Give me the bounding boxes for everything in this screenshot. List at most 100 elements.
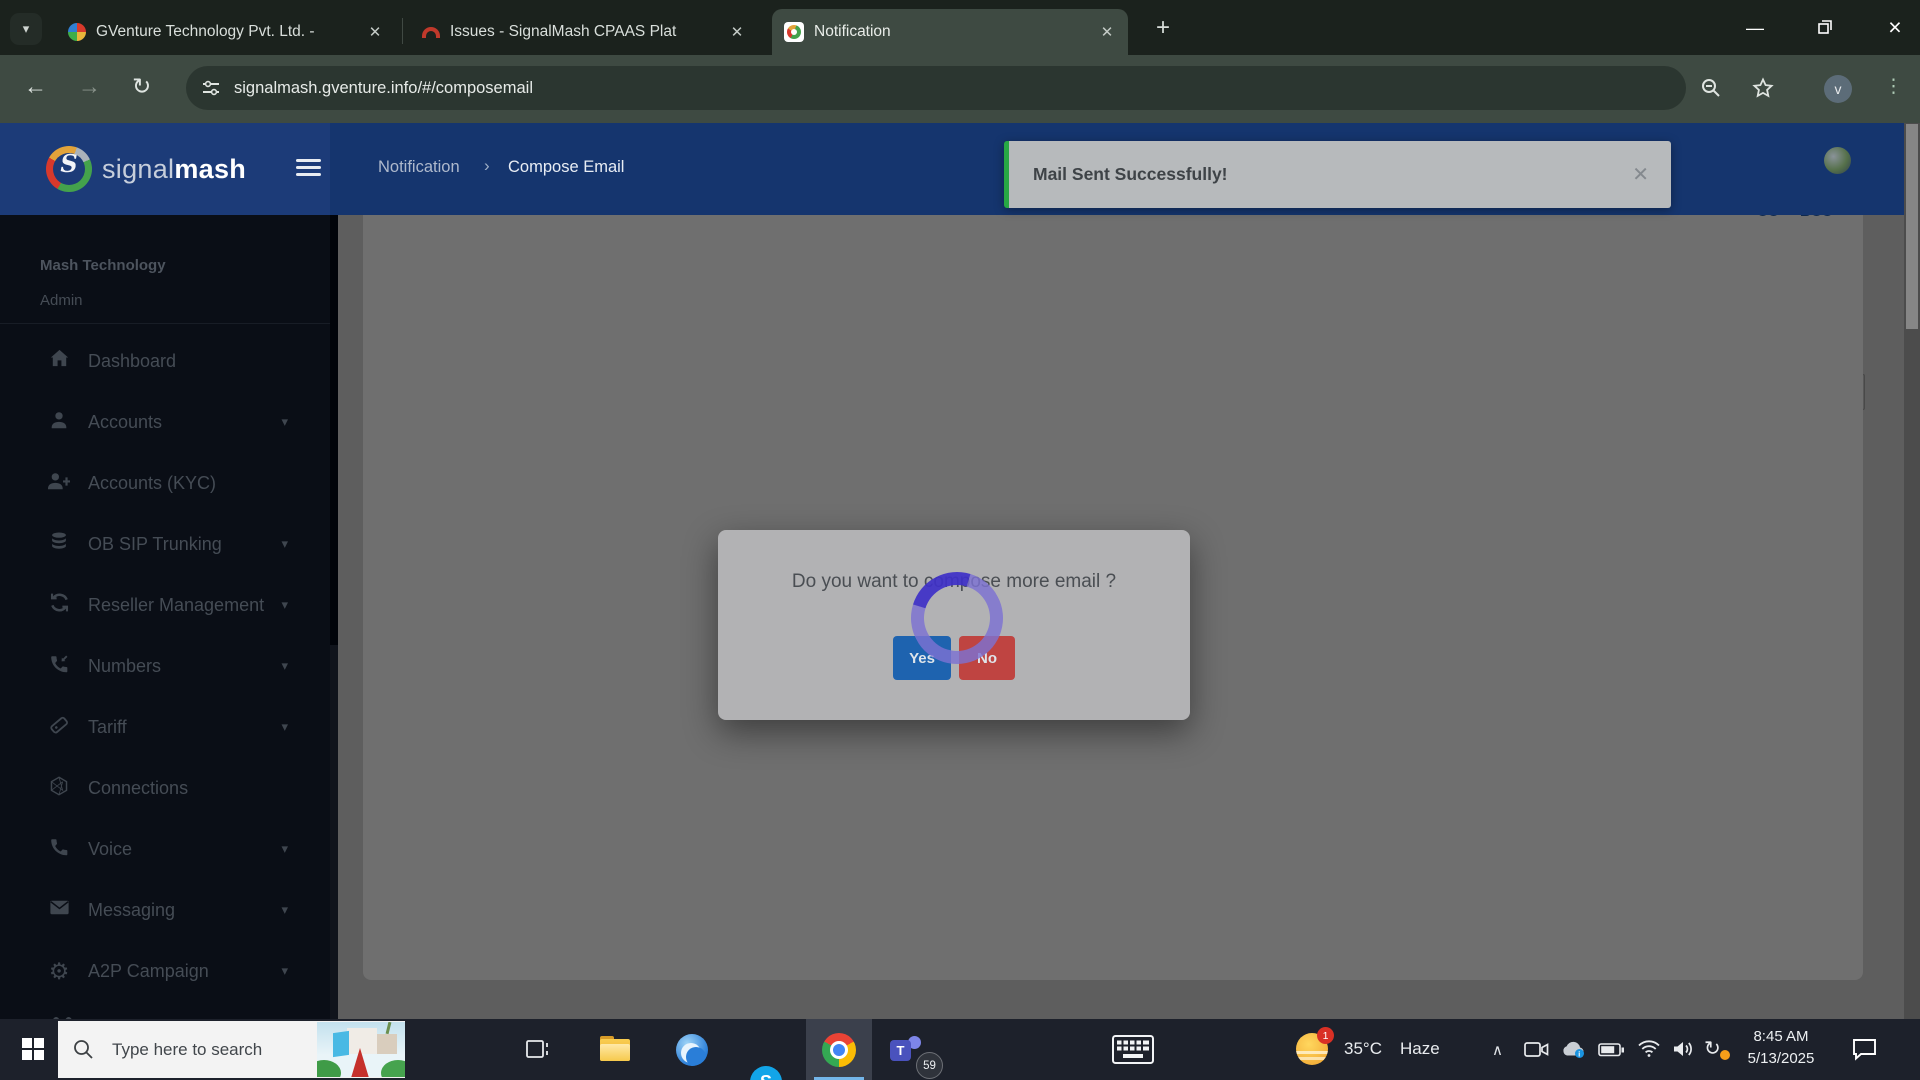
- weather-condition[interactable]: Haze: [1400, 1039, 1440, 1059]
- task-view-button[interactable]: [524, 1037, 551, 1061]
- windows-taskbar: S T 59 1 35°C Haze ∧ i: [0, 1019, 1920, 1080]
- sidebar-item-accounts-kyc[interactable]: Accounts (KYC): [0, 458, 330, 508]
- chevron-down-icon: ▾: [281, 414, 288, 430]
- tab-search-button[interactable]: ▾: [10, 13, 42, 45]
- sidebar-item-accounts[interactable]: Accounts ▾: [0, 397, 330, 447]
- sidebar-item-ob-sip-trunking[interactable]: OB SIP Trunking ▾: [0, 519, 330, 569]
- reload-button[interactable]: ↻: [132, 75, 151, 98]
- back-button[interactable]: ←: [24, 75, 47, 98]
- chevron-down-icon: ▾: [281, 536, 288, 552]
- window-minimize-button[interactable]: —: [1735, 18, 1775, 39]
- windows-logo-icon: [22, 1038, 44, 1060]
- sidebar-item-messaging[interactable]: Messaging ▾: [0, 885, 330, 935]
- refresh-icon: [46, 591, 72, 619]
- taskbar-clock[interactable]: 8:45 AM 5/13/2025: [1726, 1028, 1836, 1067]
- volume-button[interactable]: [1672, 1040, 1694, 1058]
- kebab-menu-icon: ⋮: [1884, 76, 1903, 97]
- close-icon[interactable]: ✕: [366, 23, 384, 41]
- svg-text:i: i: [1578, 1051, 1580, 1058]
- database-icon: [46, 531, 72, 558]
- signalmash-favicon: [784, 22, 804, 42]
- sync-icon: ↻: [1704, 1038, 1721, 1060]
- chevron-down-icon: ▾: [281, 841, 288, 857]
- start-button[interactable]: [22, 1038, 44, 1060]
- weather-alert-badge: 1: [1317, 1027, 1334, 1044]
- close-icon[interactable]: ✕: [1098, 23, 1116, 41]
- sidebar-item-dashboard[interactable]: Dashboard: [0, 336, 330, 386]
- camera-icon: [1524, 1041, 1549, 1058]
- forward-button[interactable]: →: [78, 75, 101, 98]
- sidebar-item-tariff[interactable]: Tariff ▾: [0, 702, 330, 752]
- file-explorer-button[interactable]: [600, 1036, 630, 1062]
- onedrive-button[interactable]: i: [1560, 1040, 1587, 1059]
- new-tab-button[interactable]: +: [1148, 14, 1178, 44]
- site-info-icon[interactable]: [202, 79, 220, 97]
- task-view-icon: [524, 1037, 551, 1061]
- restore-icon: [1818, 20, 1832, 34]
- sidebar-toggle-button[interactable]: [296, 155, 321, 180]
- sidebar-item-numbers[interactable]: Numbers ▾: [0, 641, 330, 691]
- browser-toolbar: ← → ↻ signalmash.gventure.info/#/compose…: [0, 55, 1920, 123]
- chrome-button-active[interactable]: [806, 1019, 872, 1080]
- search-highlight-image[interactable]: [317, 1022, 405, 1077]
- close-icon: ×: [1888, 14, 1901, 40]
- gear-icon: ⚙: [46, 958, 72, 985]
- chevron-down-icon: ▾: [281, 597, 288, 613]
- battery-icon: [1598, 1043, 1625, 1057]
- zoom-out-magnifier-icon: [1700, 77, 1722, 99]
- tab-title: Issues - SignalMash CPAAS Plat: [450, 23, 718, 41]
- search-icon: [72, 1038, 94, 1060]
- battery-button[interactable]: [1598, 1043, 1625, 1057]
- person-icon: [46, 409, 72, 436]
- sidebar-item-connections[interactable]: Connections: [0, 763, 330, 813]
- browser-tab-1[interactable]: GVenture Technology Pvt. Ltd. - ✕: [56, 9, 396, 55]
- sidebar-item-voice[interactable]: Voice ▾: [0, 824, 330, 874]
- browser-tab-active[interactable]: Notification ✕: [772, 9, 1128, 55]
- signalmash-logo-icon[interactable]: S: [46, 146, 92, 192]
- sidebar-scrollbar-thumb[interactable]: [330, 215, 338, 645]
- weather-temp[interactable]: 35°C: [1344, 1039, 1382, 1059]
- clock-time: 8:45 AM: [1726, 1028, 1836, 1045]
- tag-icon: [46, 714, 72, 741]
- tab-title: GVenture Technology Pvt. Ltd. -: [96, 23, 356, 41]
- window-close-button[interactable]: ×: [1875, 14, 1915, 41]
- browser-tab-2[interactable]: Issues - SignalMash CPAAS Plat ✕: [410, 9, 758, 55]
- bookmark-button[interactable]: [1752, 77, 1774, 104]
- browser-profile-avatar[interactable]: v: [1824, 75, 1852, 103]
- chevron-down-icon: ▾: [281, 963, 288, 979]
- skype-button[interactable]: S: [750, 1066, 782, 1080]
- envelope-icon: [46, 896, 72, 924]
- page-scrollbar-thumb[interactable]: [1906, 124, 1918, 329]
- zoom-indicator-button[interactable]: [1700, 77, 1722, 104]
- person-plus-icon: [46, 470, 72, 497]
- sidebar-item-reseller-management[interactable]: Reseller Management ▾: [0, 580, 330, 630]
- toast-message: Mail Sent Successfully!: [1033, 164, 1632, 185]
- toast-close-button[interactable]: ✕: [1632, 162, 1649, 187]
- wifi-button[interactable]: [1637, 1039, 1661, 1058]
- address-bar[interactable]: signalmash.gventure.info/#/composemail: [186, 66, 1686, 110]
- browser-menu-button[interactable]: ⋮: [1884, 75, 1903, 98]
- tab-separator: [402, 18, 403, 44]
- reload-icon: ↻: [132, 73, 151, 99]
- tray-expand-button[interactable]: ∧: [1492, 1041, 1503, 1059]
- forward-arrow-icon: →: [78, 73, 101, 99]
- window-restore-button[interactable]: [1805, 20, 1845, 39]
- skype-icon: S: [760, 1072, 772, 1080]
- breadcrumb-section[interactable]: Notification: [378, 158, 460, 177]
- touch-keyboard-button[interactable]: [1112, 1035, 1154, 1064]
- home-icon: [46, 347, 72, 375]
- close-icon[interactable]: ✕: [728, 23, 746, 41]
- action-center-button[interactable]: [1852, 1038, 1878, 1061]
- chevron-down-icon: ▾: [281, 902, 288, 918]
- profile-initial: v: [1835, 81, 1842, 97]
- phone-incoming-icon: [46, 653, 72, 680]
- thunderbird-button[interactable]: [676, 1034, 708, 1066]
- chevron-up-icon: ∧: [1492, 1042, 1503, 1059]
- cloud-icon: i: [1560, 1040, 1587, 1059]
- sidebar-item-a2p-campaign[interactable]: ⚙ A2P Campaign ▾: [0, 946, 330, 996]
- user-avatar[interactable]: [1824, 147, 1851, 174]
- breadcrumb-chevron-icon: ›: [484, 156, 490, 176]
- meet-now-button[interactable]: [1524, 1041, 1549, 1058]
- redmine-favicon: [422, 27, 440, 38]
- org-name: Mash Technology: [40, 257, 166, 274]
